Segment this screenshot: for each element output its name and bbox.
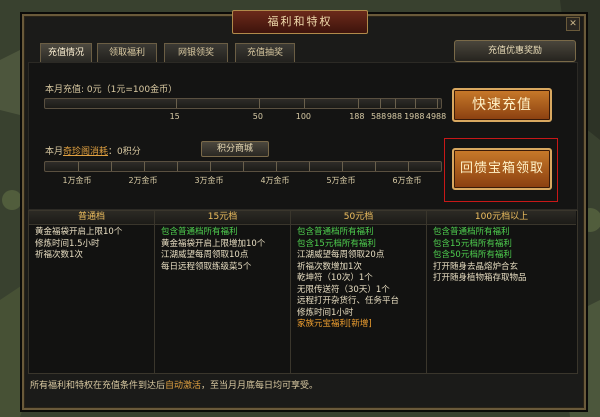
benefit-item: 乾坤符（10次）1个 <box>297 273 373 283</box>
recharge-tick-label: 15 <box>169 112 180 121</box>
consume-tick <box>177 162 178 171</box>
recharge-tick <box>175 99 177 108</box>
panel-title: 福利和特权 <box>232 10 368 34</box>
tier-benefits: 包含普通档所有福利 包含15元档所有福利 包含50元档所有福利 打开随身去晶熔炉合玄打… <box>427 225 576 285</box>
recharge-tick-label: 4988 <box>425 112 447 121</box>
consume-tick <box>111 162 112 171</box>
benefit-item: 远程打开杂货行、任务平台 <box>297 296 400 306</box>
benefit-item: 江湖威望每周领取20点 <box>297 250 385 260</box>
tier-column: 100元档以上 包含普通档所有福利 包含15元档所有福利 包含50元档所有福利 打开随身… <box>427 211 576 373</box>
consume-prefix: 本月 <box>45 147 64 157</box>
recharge-tick-label: 988 <box>386 112 403 121</box>
recharge-tick-label: 1988 <box>404 112 425 121</box>
benefit-item: 打开随身植物箱存取物品 <box>433 273 527 283</box>
consume-tick-label: 4万金币 <box>260 176 290 185</box>
points-shop-button[interactable]: 积分商城 <box>201 141 269 157</box>
tier-column: 15元档 包含普通档所有福利 黄金福袋开启上限增加10个 江湖威望每周领取10点 每日远… <box>155 211 291 373</box>
recharge-tick <box>395 99 397 108</box>
benefit-item: 江湖威望每周领取10点 <box>161 250 249 260</box>
recharge-tick-label: 50 <box>252 112 263 121</box>
consume-tick <box>276 162 277 171</box>
benefit-item: 包含50元档所有福利 <box>433 250 512 260</box>
tier-header: 50元档 <box>291 211 426 225</box>
consume-tick <box>78 162 79 171</box>
recharge-bonus-tab[interactable]: 充值优惠奖励 <box>454 40 576 62</box>
footer-highlight: 自动激活 <box>165 381 202 391</box>
recharge-tick <box>437 99 439 108</box>
recharge-tick <box>357 99 359 108</box>
consume-tick-label: 5万金币 <box>326 176 356 185</box>
consume-tick <box>408 162 409 171</box>
consume-tick <box>243 162 244 171</box>
benefit-item: 无限传送符（30天）1个 <box>297 284 390 295</box>
footer-after: ，至当月月底每日均可享受。 <box>201 381 319 391</box>
tier-column: 50元档 包含普通档所有福利 包含15元档所有福利 江湖威望每周领取20点 祈福次数增加… <box>291 211 427 373</box>
benefit-item: 家族元宝福利[新增] <box>297 319 372 329</box>
benefit-item: 修炼时间1.5小时 <box>35 238 100 249</box>
footer-note: 所有福利和特权在充值条件到达后自动激活，至当月月底每日均可享受。 <box>30 378 318 391</box>
benefit-item: 包含普通档所有福利 <box>297 227 374 237</box>
recharge-progress-bar <box>44 98 442 109</box>
tier-header: 15元档 <box>155 211 290 225</box>
benefit-item: 包含15元档所有福利 <box>297 238 376 249</box>
recharge-tick-label: 100 <box>295 112 312 121</box>
recharge-tick-label: 588 <box>370 112 387 121</box>
consume-tick <box>375 162 376 171</box>
benefit-item: 包含15元档所有福利 <box>433 238 512 249</box>
benefit-item: 每日远程领取练级菜5个 <box>161 261 252 272</box>
tier-benefits: 包含普通档所有福利 包含15元档所有福利 江湖威望每周领取20点 祈福次数增加1次 乾坤… <box>291 225 426 331</box>
consume-tick-label: 3万金币 <box>194 176 224 185</box>
benefit-item: 打开随身去晶熔炉合玄 <box>433 261 519 272</box>
recharge-tick-label: 188 <box>349 112 365 121</box>
consume-link[interactable]: 奇珍阁消耗 <box>63 147 108 157</box>
privileges-table: 普通档 黄金福袋开启上限10个 修炼时间1.5小时 祈福次数1次 15元档 包含普通档所有… <box>28 210 578 374</box>
recharge-tick <box>415 99 417 108</box>
benefit-item: 祈福次数增加1次 <box>297 261 362 272</box>
tier-benefits: 包含普通档所有福利 黄金福袋开启上限增加10个 江湖威望每周领取10点 每日远程领取练… <box>155 225 290 273</box>
tier-benefits: 黄金福袋开启上限10个 修炼时间1.5小时 祈福次数1次 <box>29 225 154 262</box>
consume-tick <box>144 162 145 171</box>
recharge-tick <box>258 99 260 108</box>
tier-header: 100元档以上 <box>427 211 576 225</box>
consume-tick-label: 2万金币 <box>128 176 158 185</box>
quick-recharge-button[interactable]: 快速充值 <box>452 88 552 122</box>
consume-tick-label: 6万金币 <box>392 176 422 185</box>
consume-tick <box>309 162 310 171</box>
recharge-label: 本月充值: 0元（1元=100金币） <box>45 82 177 95</box>
benefit-item: 黄金福袋开启上限增加10个 <box>161 238 266 249</box>
tier-header: 普通档 <box>29 211 154 225</box>
tab-recharge-lottery[interactable]: 充值抽奖 <box>235 43 295 62</box>
benefit-item: 包含普通档所有福利 <box>433 227 510 237</box>
benefit-item: 祈福次数1次 <box>35 250 83 260</box>
benefit-item: 黄金福袋开启上限10个 <box>35 227 123 237</box>
recharge-prefix: 本月充值: <box>45 85 85 95</box>
consume-tick <box>342 162 343 171</box>
consume-value: ：0积分 <box>108 147 141 157</box>
recharge-tick <box>304 99 306 108</box>
tab-claim-welfare[interactable]: 领取福利 <box>97 43 157 62</box>
tab-bank-reward[interactable]: 网银领奖 <box>164 43 228 62</box>
consume-tick-label: 1万金币 <box>62 176 92 185</box>
close-icon[interactable]: ✕ <box>566 17 580 31</box>
benefit-item: 修炼时间1小时 <box>297 307 354 318</box>
consume-tick <box>210 162 211 171</box>
tier-column: 普通档 黄金福袋开启上限10个 修炼时间1.5小时 祈福次数1次 <box>29 211 155 373</box>
footer-before: 所有福利和特权在充值条件到达后 <box>30 381 166 391</box>
tab-recharge-status[interactable]: 充值情况 <box>40 43 92 62</box>
recharge-value: 0元（1元=100金币） <box>86 85 178 95</box>
consume-label: 本月奇珍阁消耗：0积分 <box>45 144 141 157</box>
recharge-tick <box>379 99 381 108</box>
consume-progress-bar <box>44 161 442 172</box>
chest-claim-button[interactable]: 回馈宝箱领取 <box>452 148 552 190</box>
benefit-item: 包含普通档所有福利 <box>161 227 238 237</box>
